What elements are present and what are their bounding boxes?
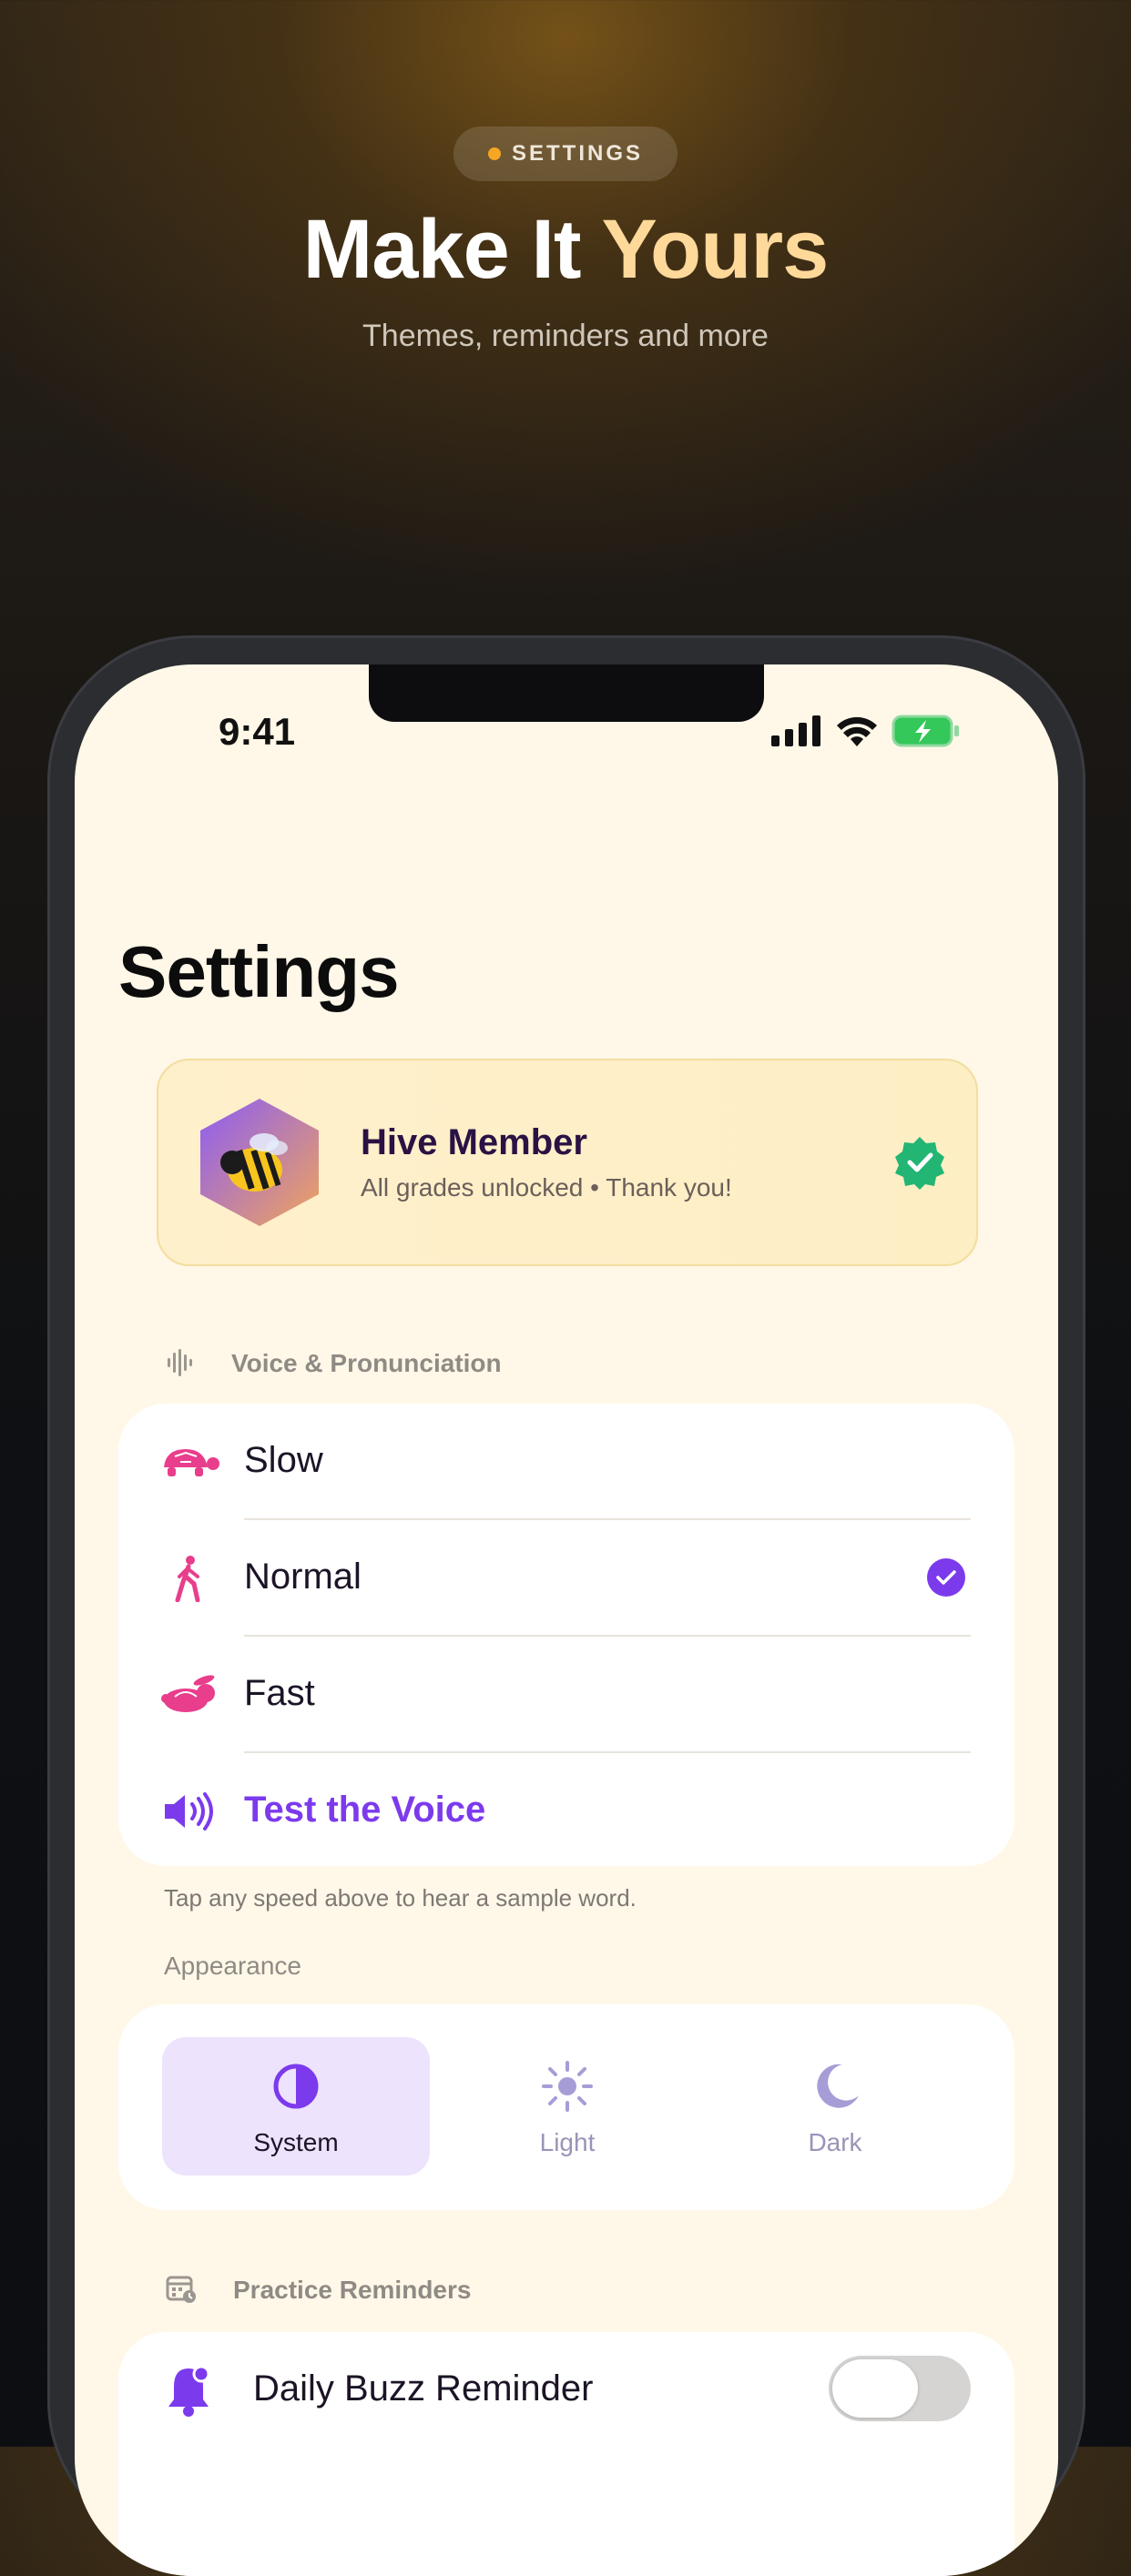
speed-option-slow[interactable]: Slow [118, 1404, 1014, 1519]
voice-speed-card: Slow Normal Fast Test the Voice [118, 1404, 1014, 1866]
speed-label-fast: Fast [244, 1673, 315, 1713]
appearance-label-light: Light [539, 2128, 596, 2156]
selected-check-icon [927, 1558, 965, 1597]
pill-label: SETTINGS [511, 141, 643, 166]
appearance-label-system: System [253, 2128, 339, 2156]
daily-reminder-label: Daily Buzz Reminder [253, 2368, 594, 2409]
speed-label-slow: Slow [244, 1440, 323, 1480]
half-circle-icon [273, 2064, 319, 2109]
walking-person-icon [157, 1553, 220, 1604]
rabbit-icon [157, 1669, 220, 1720]
headline-accent: Yours [601, 203, 829, 296]
bee-hexagon-avatar [200, 1099, 319, 1226]
membership-card[interactable]: Hive Member All grades unlocked • Thank … [157, 1059, 978, 1266]
appearance-section-label: Appearance [164, 1952, 302, 1980]
speaker-icon [157, 1786, 220, 1837]
speed-option-normal[interactable]: Normal [118, 1520, 1014, 1636]
appearance-label-dark: Dark [808, 2128, 862, 2156]
promo-headline: Make It Yours [0, 202, 1131, 298]
battery-icon [892, 715, 959, 747]
sun-icon [542, 2061, 593, 2112]
appearance-option-dark[interactable]: Dark [701, 2037, 969, 2175]
verified-badge-icon [895, 1137, 944, 1190]
turtle-icon [157, 1436, 220, 1487]
member-name: Hive Member [361, 1122, 587, 1162]
reminders-card: Daily Buzz Reminder [118, 2332, 1014, 2576]
calendar-clock-icon [166, 2276, 196, 2303]
voice-section-label: Voice & Pronunciation [231, 1349, 502, 1377]
reminders-section-label: Practice Reminders [233, 2276, 472, 2304]
speed-label-normal: Normal [244, 1557, 362, 1597]
signal-icon [771, 715, 820, 746]
status-icons [771, 715, 961, 747]
pill-dot [487, 147, 501, 160]
wifi-icon [837, 716, 877, 746]
phone-screen: 9:41 Settings Hive Member All grades unl… [75, 664, 1058, 2576]
promo-subhead: Themes, reminders and more [362, 319, 769, 353]
appearance-card: System Light Dark [118, 2004, 1014, 2210]
status-time: 9:41 [219, 710, 296, 753]
appearance-option-light[interactable]: Light [433, 2037, 701, 2175]
appearance-option-system[interactable]: System [162, 2037, 430, 2175]
moon-icon [817, 2064, 859, 2108]
page-title: Settings [118, 931, 400, 1012]
waveform-icon [168, 1349, 192, 1376]
settings-pill: SETTINGS [453, 127, 678, 181]
member-subtitle: All grades unlocked • Thank you! [361, 1173, 732, 1202]
daily-reminder-row: Daily Buzz Reminder [118, 2332, 1014, 2448]
test-voice-button[interactable]: Test the Voice [118, 1753, 1014, 1869]
voice-hint: Tap any speed above to hear a sample wor… [164, 1884, 637, 1912]
bell-icon [157, 2365, 220, 2417]
speed-option-fast[interactable]: Fast [118, 1637, 1014, 1752]
notch [369, 664, 764, 722]
daily-reminder-toggle[interactable] [829, 2356, 971, 2421]
test-voice-label: Test the Voice [244, 1790, 486, 1830]
headline-text: Make It [302, 203, 602, 296]
toggle-knob [832, 2359, 918, 2418]
